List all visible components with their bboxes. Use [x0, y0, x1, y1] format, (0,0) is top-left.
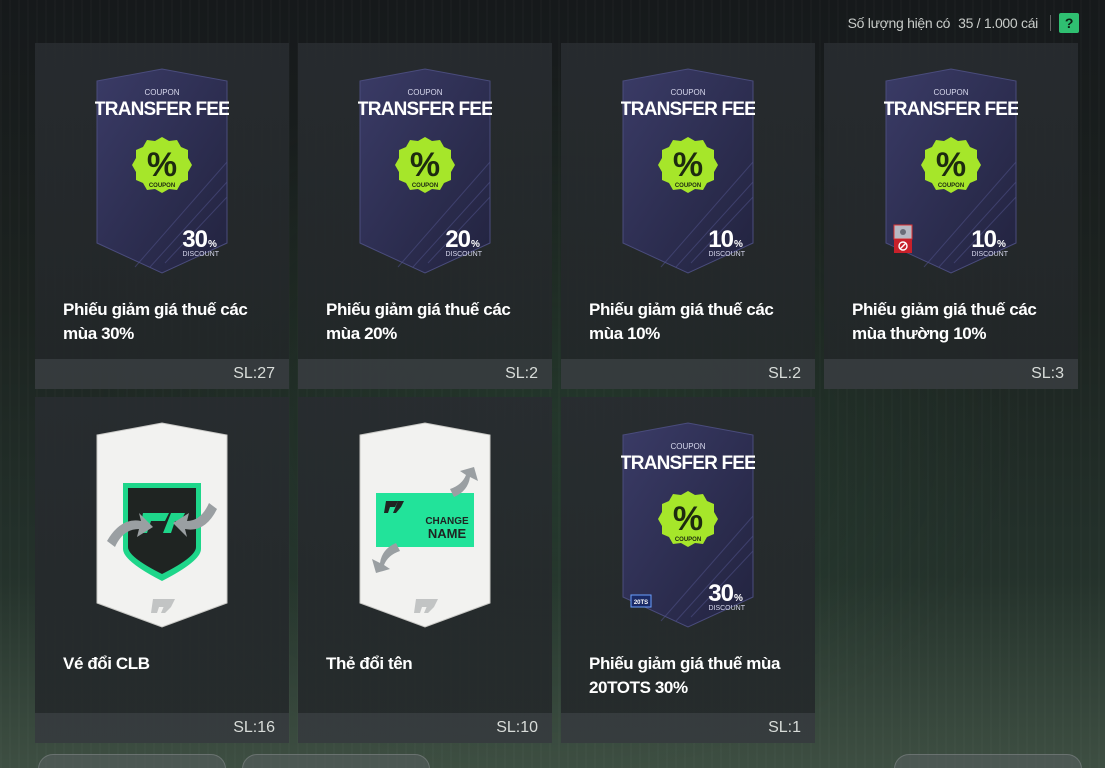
coupon-title: TRANSFER FEE: [884, 99, 1018, 120]
discount-value: 20: [445, 226, 470, 253]
badge-symbol: %: [936, 146, 966, 184]
item-name: Thẻ đổi tên: [326, 654, 413, 673]
quantity-value: 35 / 1.000 cái: [958, 15, 1038, 31]
item-tile[interactable]: COUPON TRANSFER FEE % COUPON 30 % DISCOU…: [35, 43, 289, 389]
coupon-title: TRANSFER FEE: [95, 99, 229, 120]
item-tile[interactable]: CHANGE NAME Thẻ đổi tên SL:10: [298, 397, 552, 743]
coupon-card: COUPON TRANSFER FEE % COUPON 10 % DISCOU…: [621, 67, 755, 275]
badge-symbol: %: [410, 146, 440, 184]
badge-sub: COUPON: [149, 183, 175, 189]
change-name-card: CHANGE NAME: [358, 421, 492, 629]
item-name: Phiếu giảm giá thuế mùa 20TOTS 30%: [589, 654, 781, 697]
coupon-small-label: COUPON: [670, 88, 705, 97]
item-quantity: SL:3: [824, 359, 1078, 389]
item-quantity: SL:2: [298, 359, 552, 389]
item-quantity: SL:10: [298, 713, 552, 743]
coupon-card: COUPON TRANSFER FEE % COUPON 10 % DISCOU…: [884, 67, 1018, 275]
item-tile[interactable]: COUPON TRANSFER FEE % COUPON 20TS 30 % D…: [561, 397, 815, 743]
season-tag: 20TS: [634, 600, 648, 606]
item-quantity: SL:16: [35, 713, 289, 743]
item-name: Phiếu giảm giá thuế các mùa thường 10%: [852, 300, 1037, 343]
discount-label: DISCOUNT: [708, 251, 745, 258]
help-button[interactable]: ?: [1059, 13, 1079, 33]
discount-value: 10: [708, 226, 733, 253]
discount-label: DISCOUNT: [708, 605, 745, 612]
bottom-action-button[interactable]: [894, 754, 1082, 768]
badge-sub: COUPON: [675, 183, 701, 189]
coupon-small-label: COUPON: [407, 88, 442, 97]
badge-symbol: %: [673, 146, 703, 184]
item-name: Phiếu giảm giá thuế các mùa 30%: [63, 300, 248, 343]
coupon-small-label: COUPON: [144, 88, 179, 97]
badge-sub: COUPON: [938, 183, 964, 189]
club-change-card: [95, 421, 229, 629]
inventory-header: Số lượng hiện có 35 / 1.000 cái ?: [848, 12, 1079, 34]
item-grid: COUPON TRANSFER FEE % COUPON 30 % DISCOU…: [35, 43, 1078, 743]
item-quantity: SL:2: [561, 359, 815, 389]
item-tile[interactable]: Vé đổi CLB SL:16: [35, 397, 289, 743]
item-name: Phiếu giảm giá thuế các mùa 20%: [326, 300, 511, 343]
restriction-icon: [893, 224, 913, 253]
discount-unit: %: [734, 593, 743, 604]
discount-value: 30: [182, 226, 207, 253]
coupon-title: TRANSFER FEE: [358, 99, 492, 120]
coupon-small-label: COUPON: [933, 88, 968, 97]
coupon-card: COUPON TRANSFER FEE % COUPON 20 % DISCOU…: [358, 67, 492, 275]
badge-sub: COUPON: [675, 537, 701, 543]
coupon-title: TRANSFER FEE: [621, 99, 755, 120]
item-name: Vé đổi CLB: [63, 654, 150, 673]
discount-label: DISCOUNT: [971, 251, 1008, 258]
item-quantity: SL:1: [561, 713, 815, 743]
coupon-small-label: COUPON: [670, 442, 705, 451]
item-tile[interactable]: COUPON TRANSFER FEE % COUPON 10 % DISCOU…: [561, 43, 815, 389]
coupon-card: COUPON TRANSFER FEE % COUPON 30 % DISCOU…: [95, 67, 229, 275]
bottom-action-button[interactable]: [242, 754, 430, 768]
discount-unit: %: [208, 239, 217, 250]
discount-label: DISCOUNT: [182, 251, 219, 258]
coupon-title: TRANSFER FEE: [621, 453, 755, 474]
badge-symbol: %: [673, 500, 703, 538]
divider: [1050, 15, 1051, 31]
discount-value: 10: [971, 226, 996, 253]
discount-label: DISCOUNT: [445, 251, 482, 258]
item-quantity: SL:27: [35, 359, 289, 389]
discount-value: 30: [708, 580, 733, 607]
name-label: NAME: [428, 526, 467, 541]
item-name: Phiếu giảm giá thuế các mùa 10%: [589, 300, 774, 343]
quantity-label: Số lượng hiện có: [847, 15, 951, 31]
item-tile[interactable]: COUPON TRANSFER FEE % COUPON 10 % DISCOU…: [824, 43, 1078, 389]
discount-unit: %: [471, 239, 480, 250]
discount-unit: %: [734, 239, 743, 250]
badge-sub: COUPON: [412, 183, 438, 189]
badge-symbol: %: [147, 146, 177, 184]
item-tile[interactable]: COUPON TRANSFER FEE % COUPON 20 % DISCOU…: [298, 43, 552, 389]
coupon-card: COUPON TRANSFER FEE % COUPON 20TS 30 % D…: [621, 421, 755, 629]
discount-unit: %: [997, 239, 1006, 250]
bottom-action-button[interactable]: [38, 754, 226, 768]
